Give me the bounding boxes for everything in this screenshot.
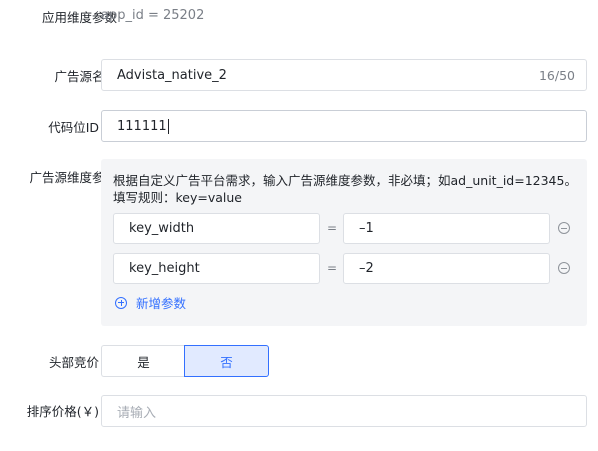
param-value-input[interactable]: –2 bbox=[343, 253, 550, 284]
param-value-value: –2 bbox=[359, 261, 374, 276]
equals-sign: = bbox=[326, 261, 338, 275]
param-key-input[interactable]: key_height bbox=[113, 253, 320, 284]
slot-id-input[interactable]: 111111 bbox=[101, 110, 587, 142]
param-key-input[interactable]: key_width bbox=[113, 213, 320, 244]
param-value-input[interactable]: –1 bbox=[343, 213, 550, 244]
param-key-value: key_height bbox=[129, 261, 200, 276]
equals-sign: = bbox=[326, 221, 338, 235]
minus-circle-icon[interactable] bbox=[558, 262, 570, 274]
text-caret bbox=[167, 118, 169, 134]
param-key-value: key_width bbox=[129, 221, 195, 236]
source-params-hint: 根据自定义广告平台需求，输入广告源维度参数，非必填；如ad_unit_id=12… bbox=[113, 173, 577, 205]
add-param-button[interactable]: 新增参数 bbox=[115, 293, 186, 312]
param-value-value: –1 bbox=[359, 221, 374, 236]
add-param-label: 新增参数 bbox=[136, 296, 187, 311]
ad-source-form: 应用维度参数 app_id = 25202 广告源名称 Advista_nati… bbox=[0, 0, 598, 451]
sort-price-placeholder: 请输入 bbox=[117, 405, 157, 421]
bidding-option-yes[interactable]: 是 bbox=[101, 345, 185, 377]
sort-price-input[interactable]: 请输入 bbox=[101, 395, 587, 427]
source-name-value: Advista_native_2 bbox=[117, 67, 227, 83]
bidding-option-no[interactable]: 否 bbox=[184, 345, 269, 377]
char-counter: 16/50 bbox=[538, 67, 575, 83]
slot-id-value: 111111 bbox=[117, 118, 167, 134]
minus-circle-icon[interactable] bbox=[558, 222, 570, 234]
source-params-panel: 根据自定义广告平台需求，输入广告源维度参数，非必填；如ad_unit_id=12… bbox=[101, 159, 587, 326]
source-name-input[interactable]: Advista_native_2 16/50 bbox=[101, 59, 587, 91]
plus-circle-icon bbox=[115, 296, 127, 309]
app-dims-value: app_id = 25202 bbox=[101, 8, 205, 23]
